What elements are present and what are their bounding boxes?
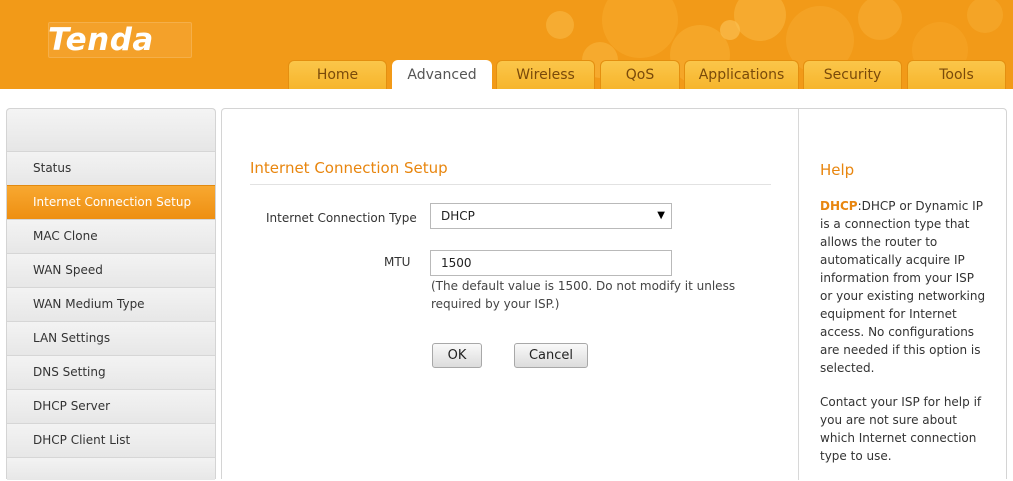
mtu-value: 1500 (441, 256, 472, 270)
tab-qos[interactable]: QoS (600, 60, 680, 89)
sidebar-item-dhcp-client-list[interactable]: DHCP Client List (7, 423, 215, 457)
title-divider (250, 184, 771, 185)
tab-tools[interactable]: Tools (907, 60, 1006, 89)
sidebar-item-internet-connection-setup[interactable]: Internet Connection Setup (7, 185, 215, 219)
tab-home[interactable]: Home (288, 60, 387, 89)
help-paragraph-1-text: :DHCP or Dynamic IP is a connection type… (820, 199, 986, 375)
page-title: Internet Connection Setup (250, 159, 448, 177)
tab-advanced[interactable]: Advanced (392, 60, 492, 89)
logo-text: Tenda (48, 22, 154, 58)
sidebar-item-wan-speed[interactable]: WAN Speed (7, 253, 215, 287)
connection-type-select[interactable]: DHCP ▼ (430, 203, 672, 229)
tab-wireless[interactable]: Wireless (496, 60, 595, 89)
sidebar-item-wan-medium-type[interactable]: WAN Medium Type (7, 287, 215, 321)
mtu-label: MTU (384, 255, 411, 269)
help-divider (798, 109, 799, 480)
help-text: DHCP:DHCP or Dynamic IP is a connection … (820, 197, 990, 481)
tab-security[interactable]: Security (803, 60, 902, 89)
sidebar-item-lan-settings[interactable]: LAN Settings (7, 321, 215, 355)
sidebar: Status Internet Connection Setup MAC Clo… (6, 108, 216, 480)
sidebar-item-dhcp-server[interactable]: DHCP Server (7, 389, 215, 423)
sidebar-item-dns-setting[interactable]: DNS Setting (7, 355, 215, 389)
main-panel: Internet Connection Setup Internet Conne… (221, 108, 1007, 481)
connection-type-value: DHCP (441, 209, 475, 223)
help-keyword: DHCP (820, 199, 858, 213)
tab-applications[interactable]: Applications (684, 60, 799, 89)
help-paragraph-2: Contact your ISP for help if you are not… (820, 395, 982, 463)
tenda-logo: Tenda (48, 22, 192, 58)
cancel-button[interactable]: Cancel (514, 343, 588, 368)
mtu-input[interactable]: 1500 (430, 250, 672, 276)
sidebar-item-status[interactable]: Status (7, 151, 215, 185)
mtu-hint: (The default value is 1500. Do not modif… (431, 279, 736, 311)
sidebar-item-mac-clone[interactable]: MAC Clone (7, 219, 215, 253)
help-paragraph-1: DHCP:DHCP or Dynamic IP is a connection … (820, 197, 990, 377)
sidebar-item-next[interactable] (7, 457, 215, 480)
dropdown-arrow-icon: ▼ (657, 210, 665, 221)
help-title: Help (820, 161, 855, 179)
connection-type-label: Internet Connection Type (266, 211, 417, 225)
sidebar-header (7, 109, 215, 151)
ok-button[interactable]: OK (432, 343, 482, 368)
